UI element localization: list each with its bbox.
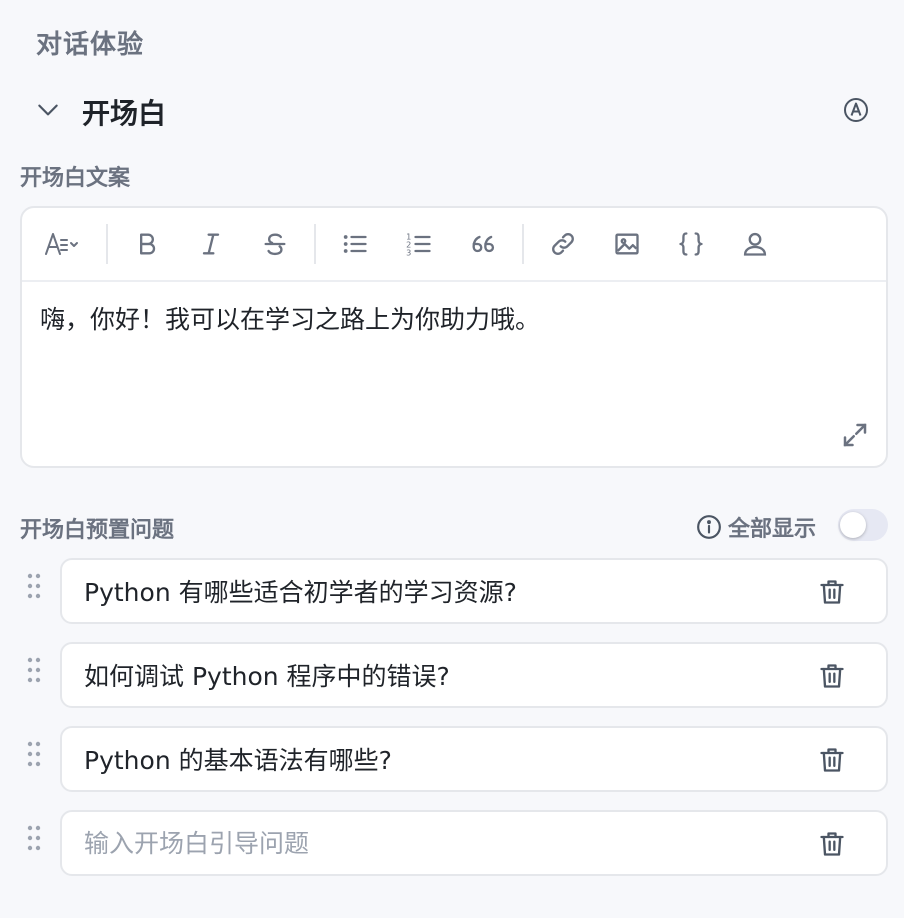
- chevron-down-icon[interactable]: [32, 94, 64, 126]
- opening-collapse-header[interactable]: 开场白: [32, 88, 872, 132]
- italic-icon[interactable]: [186, 219, 236, 269]
- opening-editor[interactable]: 123 嗨，你好！我可以在学习之路上为你助力哦。: [20, 206, 888, 468]
- opening-text-label: 开场白文案: [20, 166, 131, 191]
- question-input[interactable]: [84, 728, 784, 790]
- opening-title: 开场白: [82, 97, 167, 130]
- show-all-control: 全部显示: [696, 512, 816, 542]
- strikethrough-icon[interactable]: [250, 219, 300, 269]
- list-item: [20, 558, 888, 624]
- numbered-list-icon[interactable]: 123: [394, 219, 444, 269]
- show-all-label: 全部显示: [728, 517, 817, 542]
- list-item: [20, 726, 888, 792]
- toolbar-divider: [314, 224, 316, 264]
- info-icon[interactable]: [696, 514, 722, 540]
- expand-icon[interactable]: [840, 420, 870, 450]
- toolbar-divider: [522, 224, 524, 264]
- editor-toolbar: 123: [22, 208, 886, 282]
- list-item: [20, 810, 888, 876]
- trash-icon[interactable]: [818, 578, 846, 606]
- toolbar-divider: [106, 224, 108, 264]
- opening-content[interactable]: 嗨，你好！我可以在学习之路上为你助力哦。: [40, 300, 540, 336]
- new-question-input[interactable]: [84, 812, 784, 874]
- list-item: [20, 642, 888, 708]
- link-icon[interactable]: [538, 219, 588, 269]
- trash-icon[interactable]: [818, 662, 846, 690]
- drag-handle-icon[interactable]: [26, 824, 42, 852]
- trash-icon[interactable]: [818, 830, 846, 858]
- question-input[interactable]: [84, 644, 784, 706]
- section-title: 对话体验: [36, 30, 145, 60]
- bullet-list-icon[interactable]: [330, 219, 380, 269]
- image-icon[interactable]: [602, 219, 652, 269]
- drag-handle-icon[interactable]: [26, 656, 42, 684]
- quote-icon[interactable]: [458, 219, 508, 269]
- toggle-knob: [840, 512, 866, 538]
- drag-handle-icon[interactable]: [26, 572, 42, 600]
- question-box: [60, 558, 888, 624]
- question-box: [60, 726, 888, 792]
- question-input[interactable]: [84, 560, 784, 622]
- question-box: [60, 810, 888, 876]
- user-icon[interactable]: [730, 219, 780, 269]
- show-all-toggle[interactable]: [838, 509, 888, 541]
- bold-icon[interactable]: [122, 219, 172, 269]
- drag-handle-icon[interactable]: [26, 740, 42, 768]
- text-style-icon[interactable]: [32, 219, 92, 269]
- code-block-icon[interactable]: [666, 219, 716, 269]
- auto-generate-icon[interactable]: [840, 94, 872, 126]
- svg-text:3: 3: [406, 248, 411, 258]
- preset-questions-label: 开场白预置问题: [20, 518, 175, 543]
- question-box: [60, 642, 888, 708]
- trash-icon[interactable]: [818, 746, 846, 774]
